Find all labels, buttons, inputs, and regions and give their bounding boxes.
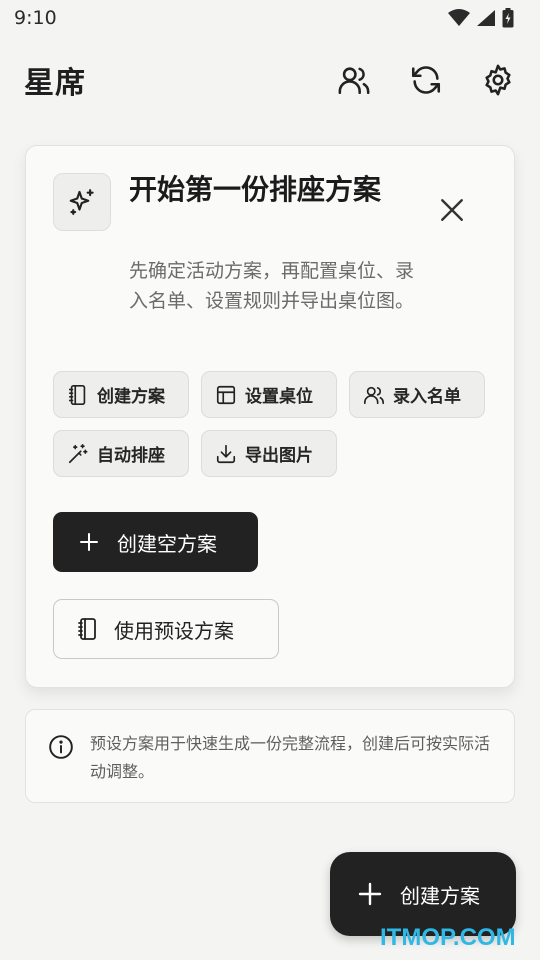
card-title: 开始第一份排座方案 (129, 173, 382, 206)
onboarding-card: 开始第一份排座方案 先确定活动方案，再配置桌位、录入名单、设置规则并导出桌位图。… (25, 145, 515, 688)
watermark: ITMOP.COM (380, 924, 516, 951)
battery-icon (502, 8, 514, 28)
refresh-button[interactable] (408, 62, 444, 98)
sparkles-badge (53, 173, 111, 231)
table-icon (216, 385, 236, 404)
info-icon (49, 735, 73, 759)
close-icon (441, 199, 463, 221)
people-button[interactable] (336, 62, 372, 98)
use-preset-plan-button[interactable]: 使用预设方案 (53, 599, 279, 659)
notebook-icon (68, 384, 86, 405)
plus-icon (358, 882, 382, 906)
people-icon (364, 386, 384, 404)
step-chips: 创建方案 设置桌位 录入名单 自动排座 导出图片 (53, 371, 493, 477)
settings-icon (485, 64, 511, 96)
chip-label: 导出图片 (245, 446, 313, 466)
chip-create-plan[interactable]: 创建方案 (53, 371, 189, 418)
card-description: 先确定活动方案，再配置桌位、录入名单、设置规则并导出桌位图。 (129, 260, 415, 312)
signal-icon (477, 10, 495, 26)
chip-label: 设置桌位 (245, 387, 313, 407)
download-icon (216, 444, 236, 463)
people-icon (338, 67, 370, 95)
sparkles-icon (69, 189, 94, 215)
notebook-icon (78, 618, 96, 640)
chip-set-tables[interactable]: 设置桌位 (201, 371, 337, 418)
use-preset-plan-label: 使用预设方案 (114, 618, 234, 643)
info-card: 预设方案用于快速生成一份完整流程，创建后可按实际活动调整。 (25, 709, 515, 803)
close-button[interactable] (436, 194, 468, 226)
info-text: 预设方案用于快速生成一份完整流程，创建后可按实际活动调整。 (90, 734, 491, 781)
chip-label: 创建方案 (97, 387, 165, 407)
chip-export-image[interactable]: 导出图片 (201, 430, 337, 477)
create-plan-fab-label: 创建方案 (400, 883, 480, 908)
plus-icon (80, 533, 98, 551)
create-empty-plan-button[interactable]: 创建空方案 (53, 512, 258, 572)
status-icons (448, 8, 514, 28)
settings-button[interactable] (480, 62, 516, 98)
app-title: 星席 (24, 66, 86, 101)
status-time: 9:10 (14, 7, 57, 29)
wifi-icon (448, 9, 470, 26)
refresh-icon (411, 66, 441, 94)
magic-wand-icon (68, 443, 88, 463)
create-empty-plan-label: 创建空方案 (117, 531, 217, 556)
chip-label: 录入名单 (393, 387, 461, 407)
chip-enter-list[interactable]: 录入名单 (349, 371, 485, 418)
chip-label: 自动排座 (97, 446, 165, 466)
chip-auto-seat[interactable]: 自动排座 (53, 430, 189, 477)
status-bar: 9:10 (0, 0, 540, 36)
app-bar: 星席 (0, 50, 540, 110)
